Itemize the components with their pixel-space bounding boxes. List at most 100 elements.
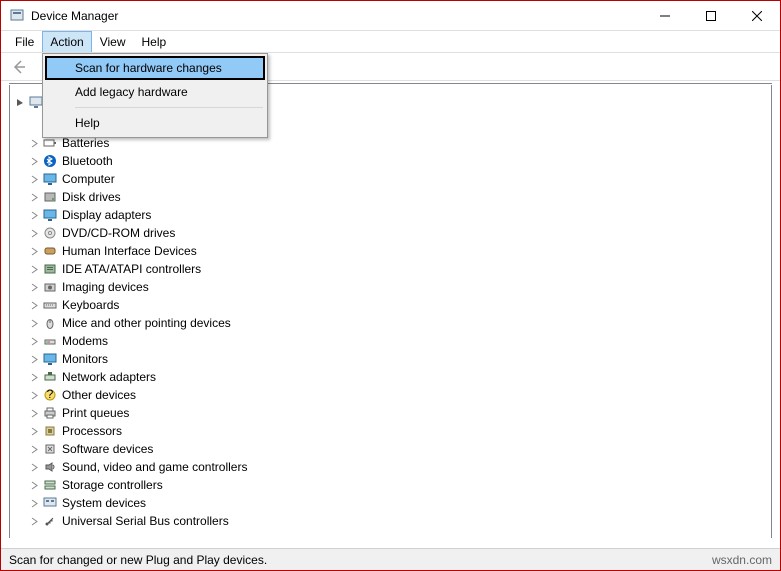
cpu-icon — [42, 423, 58, 439]
tree-item[interactable]: Print queues — [10, 404, 771, 422]
menu-file[interactable]: File — [7, 31, 42, 52]
sound-icon — [42, 459, 58, 475]
tree-item-label: Print queues — [62, 406, 129, 420]
hid-icon — [42, 243, 58, 259]
expander-icon[interactable] — [28, 461, 40, 473]
tree-item[interactable]: Monitors — [10, 350, 771, 368]
tree-item[interactable]: Software devices — [10, 440, 771, 458]
tree-item[interactable]: Human Interface Devices — [10, 242, 771, 260]
tree-item-label: DVD/CD-ROM drives — [62, 226, 175, 240]
app-icon — [9, 8, 25, 24]
tree-item-label: Bluetooth — [62, 154, 113, 168]
monitor-icon — [42, 351, 58, 367]
menu-action[interactable]: Action — [42, 31, 91, 52]
menu-separator — [75, 107, 263, 108]
back-button[interactable] — [7, 55, 31, 79]
close-button[interactable] — [734, 1, 780, 31]
tree-item[interactable]: Sound, video and game controllers — [10, 458, 771, 476]
camera-icon — [42, 279, 58, 295]
expander-icon[interactable] — [28, 209, 40, 221]
tree-item[interactable]: Disk drives — [10, 188, 771, 206]
expander-icon[interactable] — [28, 497, 40, 509]
expander-icon[interactable] — [28, 389, 40, 401]
tree-item[interactable]: Bluetooth — [10, 152, 771, 170]
printer-icon — [42, 405, 58, 421]
menu-add-legacy[interactable]: Add legacy hardware — [45, 80, 265, 104]
tree-item-label: Sound, video and game controllers — [62, 460, 247, 474]
tree-item-label: Universal Serial Bus controllers — [62, 514, 229, 528]
minimize-button[interactable] — [642, 1, 688, 31]
expander-icon[interactable] — [28, 479, 40, 491]
tree-item[interactable]: Display adapters — [10, 206, 771, 224]
expander-icon[interactable] — [28, 353, 40, 365]
tree-item-label: Processors — [62, 424, 122, 438]
tree-item[interactable]: Computer — [10, 170, 771, 188]
maximize-button[interactable] — [688, 1, 734, 31]
tree-item[interactable]: IDE ATA/ATAPI controllers — [10, 260, 771, 278]
tree-item[interactable]: Universal Serial Bus controllers — [10, 512, 771, 530]
window-buttons — [642, 1, 780, 30]
system-icon — [42, 495, 58, 511]
tree-item-label: Imaging devices — [62, 280, 149, 294]
tree-item-label: Mice and other pointing devices — [62, 316, 231, 330]
tree-item-label: Software devices — [62, 442, 153, 456]
ide-icon — [42, 261, 58, 277]
mouse-icon — [42, 315, 58, 331]
tree-item-label: Display adapters — [62, 208, 151, 222]
expander-icon[interactable] — [28, 137, 40, 149]
expander-icon[interactable] — [28, 227, 40, 239]
expander-icon[interactable] — [28, 317, 40, 329]
expander-icon[interactable] — [28, 443, 40, 455]
expander-icon[interactable] — [28, 407, 40, 419]
tree-item-label: IDE ATA/ATAPI controllers — [62, 262, 201, 276]
tree-item[interactable]: DVD/CD-ROM drives — [10, 224, 771, 242]
expander-icon[interactable] — [28, 335, 40, 347]
menu-view[interactable]: View — [92, 31, 134, 52]
tree-item[interactable]: System devices — [10, 494, 771, 512]
tree-item-label: Computer — [62, 172, 115, 186]
software-icon — [42, 441, 58, 457]
expander-icon[interactable] — [28, 371, 40, 383]
tree-item[interactable]: Keyboards — [10, 296, 771, 314]
tree-item-label: Modems — [62, 334, 108, 348]
menu-help-item[interactable]: Help — [45, 111, 265, 135]
tree-item[interactable]: Network adapters — [10, 368, 771, 386]
menu-bar: File Action View Help — [1, 31, 780, 53]
menu-help[interactable]: Help — [134, 31, 175, 52]
tree-item[interactable]: Imaging devices — [10, 278, 771, 296]
other-icon: ? — [42, 387, 58, 403]
tree-item[interactable]: Processors — [10, 422, 771, 440]
expander-open-icon[interactable] — [14, 96, 26, 108]
expander-icon[interactable] — [28, 515, 40, 527]
tree-content: Batteries Bluetooth Computer Disk drives Di… — [9, 85, 772, 538]
tree-item[interactable]: Mice and other pointing devices — [10, 314, 771, 332]
disk-icon — [42, 189, 58, 205]
tree-item-label: Disk drives — [62, 190, 121, 204]
menu-scan-hardware[interactable]: Scan for hardware changes — [45, 56, 265, 80]
tree-item-label: Monitors — [62, 352, 108, 366]
tree-item-label: Other devices — [62, 388, 136, 402]
expander-icon[interactable] — [28, 155, 40, 167]
expander-icon[interactable] — [28, 425, 40, 437]
expander-icon[interactable] — [28, 245, 40, 257]
tree-item-label: Storage controllers — [62, 478, 163, 492]
expander-icon[interactable] — [28, 263, 40, 275]
device-tree: Batteries Bluetooth Computer Disk drives Di… — [9, 83, 772, 538]
window-title: Device Manager — [31, 9, 642, 23]
tree-item-label: Human Interface Devices — [62, 244, 197, 258]
expander-icon[interactable] — [28, 191, 40, 203]
expander-icon[interactable] — [28, 299, 40, 311]
keyboard-icon — [42, 297, 58, 313]
action-dropdown: Scan for hardware changes Add legacy har… — [42, 53, 268, 138]
cd-icon — [42, 225, 58, 241]
tree-item-label: Network adapters — [62, 370, 156, 384]
tree-item-label: Keyboards — [62, 298, 119, 312]
expander-icon[interactable] — [28, 281, 40, 293]
modem-icon — [42, 333, 58, 349]
expander-icon[interactable] — [28, 173, 40, 185]
monitor-icon — [42, 207, 58, 223]
tree-item[interactable]: Modems — [10, 332, 771, 350]
tree-item-label: Batteries — [62, 136, 109, 150]
tree-item[interactable]: ? Other devices — [10, 386, 771, 404]
tree-item[interactable]: Storage controllers — [10, 476, 771, 494]
